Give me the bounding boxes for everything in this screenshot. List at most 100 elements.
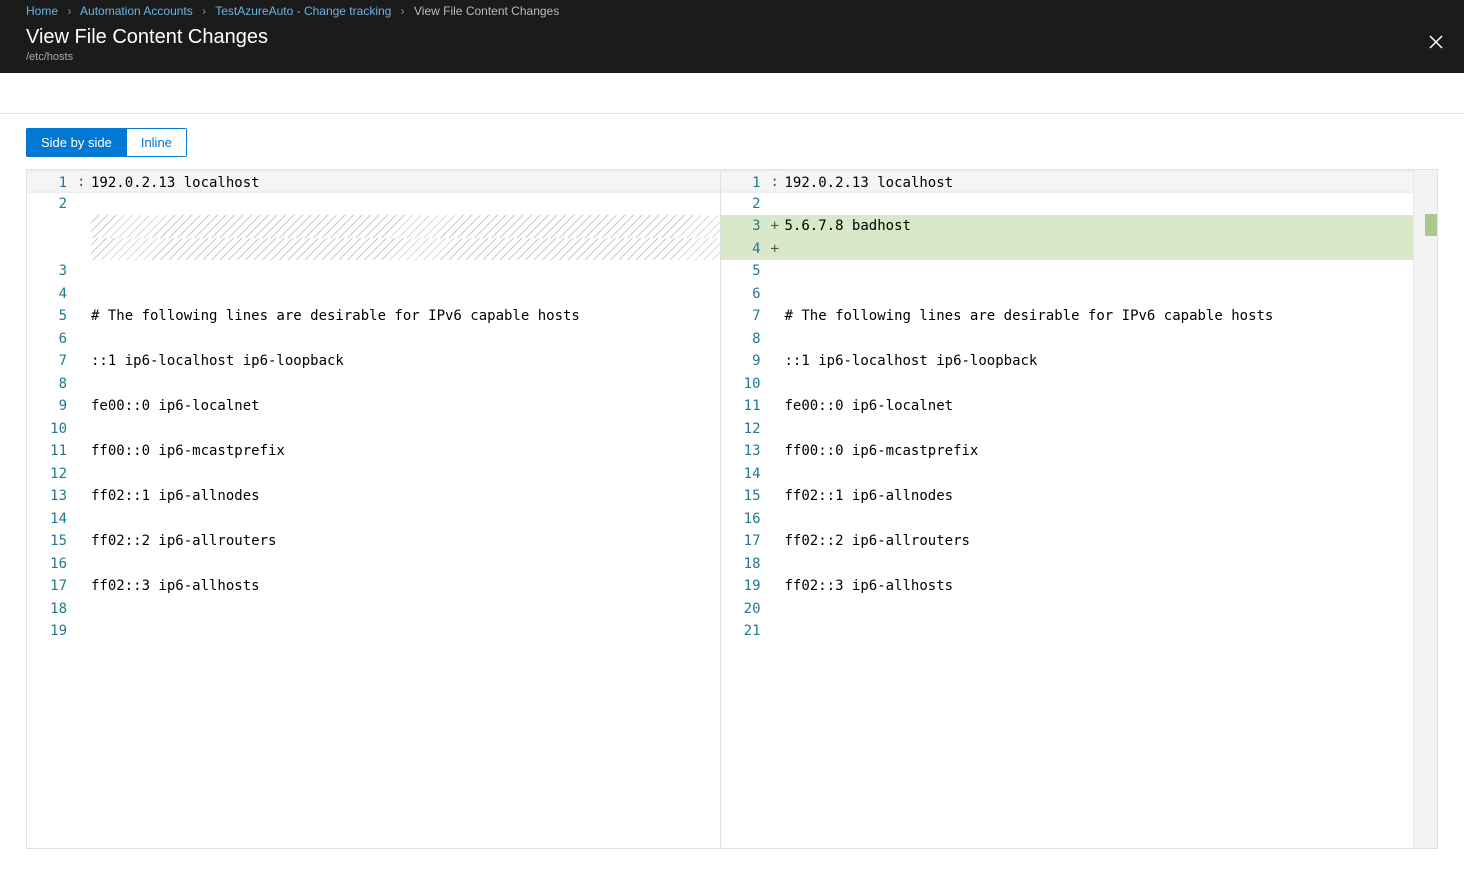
line-text: ff02::3 ip6-allhosts bbox=[91, 575, 720, 598]
page-subtitle: /etc/hosts bbox=[26, 51, 1438, 63]
line-text: 192.0.2.13 localhost bbox=[91, 171, 720, 192]
line-marker bbox=[771, 530, 785, 553]
side-by-side-button[interactable]: Side by side bbox=[26, 128, 126, 157]
diff-line: 18 bbox=[721, 553, 1414, 576]
diff-line: 15ff02::2 ip6-allrouters bbox=[27, 530, 720, 553]
close-icon bbox=[1429, 35, 1443, 49]
line-number: 1 bbox=[721, 171, 771, 192]
line-marker bbox=[77, 485, 91, 508]
diff-pane-modified[interactable]: 1:192.0.2.13 localhost23+5.6.7.8 badhost… bbox=[721, 170, 1414, 848]
breadcrumb-separator: › bbox=[67, 4, 71, 18]
line-number: 14 bbox=[27, 508, 77, 531]
line-number: 15 bbox=[721, 485, 771, 508]
breadcrumb-link-change-tracking[interactable]: TestAzureAuto - Change tracking bbox=[215, 4, 391, 18]
diff-line: 16 bbox=[721, 508, 1414, 531]
line-text bbox=[91, 508, 720, 531]
diff-line: 4 bbox=[27, 283, 720, 306]
line-text bbox=[91, 193, 720, 216]
diff-line: 17ff02::3 ip6-allhosts bbox=[27, 575, 720, 598]
line-number: 16 bbox=[27, 553, 77, 576]
line-marker bbox=[77, 193, 91, 216]
diff-line: 9::1 ip6-localhost ip6-loopback bbox=[721, 350, 1414, 373]
line-text: ff02::3 ip6-allhosts bbox=[785, 575, 1414, 598]
ruler-change-mark[interactable] bbox=[1425, 214, 1437, 236]
line-text: ::1 ip6-localhost ip6-loopback bbox=[785, 350, 1414, 373]
line-marker bbox=[771, 620, 785, 643]
line-marker bbox=[77, 530, 91, 553]
line-number: 3 bbox=[27, 260, 77, 283]
diff-line: 5 bbox=[721, 260, 1414, 283]
diff-line: 15ff02::1 ip6-allnodes bbox=[721, 485, 1414, 508]
breadcrumb-separator: › bbox=[401, 4, 405, 18]
diff-line: 3 bbox=[27, 260, 720, 283]
line-number: 19 bbox=[27, 620, 77, 643]
line-text: fe00::0 ip6-localnet bbox=[91, 395, 720, 418]
line-marker bbox=[77, 238, 91, 261]
line-number: 13 bbox=[27, 485, 77, 508]
line-number: 5 bbox=[27, 305, 77, 328]
diff-line: 1:192.0.2.13 localhost bbox=[721, 170, 1414, 193]
line-number: 6 bbox=[27, 328, 77, 351]
line-number: 9 bbox=[721, 350, 771, 373]
line-marker: + bbox=[771, 238, 785, 261]
line-marker: : bbox=[771, 171, 785, 192]
line-number: 20 bbox=[721, 598, 771, 621]
line-number: 8 bbox=[721, 328, 771, 351]
diff-line: 14 bbox=[721, 463, 1414, 486]
line-text bbox=[785, 238, 1414, 261]
line-number: 18 bbox=[721, 553, 771, 576]
diff-line: 8 bbox=[721, 328, 1414, 351]
line-marker bbox=[771, 350, 785, 373]
line-number: 12 bbox=[27, 463, 77, 486]
line-text: # The following lines are desirable for … bbox=[785, 305, 1414, 328]
diff-line: 17ff02::2 ip6-allrouters bbox=[721, 530, 1414, 553]
line-text bbox=[785, 620, 1414, 643]
diff-line: 11fe00::0 ip6-localnet bbox=[721, 395, 1414, 418]
diff-line: 10 bbox=[721, 373, 1414, 396]
line-number: 10 bbox=[27, 418, 77, 441]
line-number: 7 bbox=[27, 350, 77, 373]
diff-line: 19 bbox=[27, 620, 720, 643]
overview-ruler[interactable] bbox=[1413, 170, 1437, 848]
line-text bbox=[785, 328, 1414, 351]
line-text bbox=[91, 418, 720, 441]
line-marker bbox=[77, 373, 91, 396]
diff-line: 12 bbox=[721, 418, 1414, 441]
breadcrumb-link-automation-accounts[interactable]: Automation Accounts bbox=[80, 4, 193, 18]
line-marker bbox=[77, 215, 91, 238]
inline-button[interactable]: Inline bbox=[126, 128, 187, 157]
line-number: 6 bbox=[721, 283, 771, 306]
line-marker bbox=[771, 328, 785, 351]
line-marker bbox=[77, 260, 91, 283]
line-number: 19 bbox=[721, 575, 771, 598]
line-text bbox=[91, 238, 720, 261]
line-text bbox=[91, 283, 720, 306]
line-number: 7 bbox=[721, 305, 771, 328]
line-text: ::1 ip6-localhost ip6-loopback bbox=[91, 350, 720, 373]
line-marker bbox=[77, 328, 91, 351]
line-marker bbox=[77, 350, 91, 373]
divider bbox=[0, 113, 1464, 114]
breadcrumb-separator: › bbox=[202, 4, 206, 18]
line-number: 9 bbox=[27, 395, 77, 418]
line-marker bbox=[771, 305, 785, 328]
diff-pane-original[interactable]: 1:192.0.2.13 localhost2 345# The followi… bbox=[27, 170, 721, 848]
line-text bbox=[785, 260, 1414, 283]
line-marker bbox=[771, 508, 785, 531]
line-marker bbox=[77, 305, 91, 328]
line-marker bbox=[77, 463, 91, 486]
line-number: 16 bbox=[721, 508, 771, 531]
line-text: 5.6.7.8 badhost bbox=[785, 215, 1414, 238]
line-text bbox=[785, 598, 1414, 621]
line-number: 3 bbox=[721, 215, 771, 238]
line-marker bbox=[77, 395, 91, 418]
line-text: ff02::2 ip6-allrouters bbox=[785, 530, 1414, 553]
breadcrumb-link-home[interactable]: Home bbox=[26, 4, 58, 18]
line-marker bbox=[771, 395, 785, 418]
line-text: fe00::0 ip6-localnet bbox=[785, 395, 1414, 418]
line-number: 15 bbox=[27, 530, 77, 553]
line-text: ff00::0 ip6-mcastprefix bbox=[785, 440, 1414, 463]
close-button[interactable] bbox=[1424, 30, 1448, 54]
view-mode-toggle: Side by side Inline bbox=[26, 128, 187, 157]
line-text bbox=[91, 598, 720, 621]
